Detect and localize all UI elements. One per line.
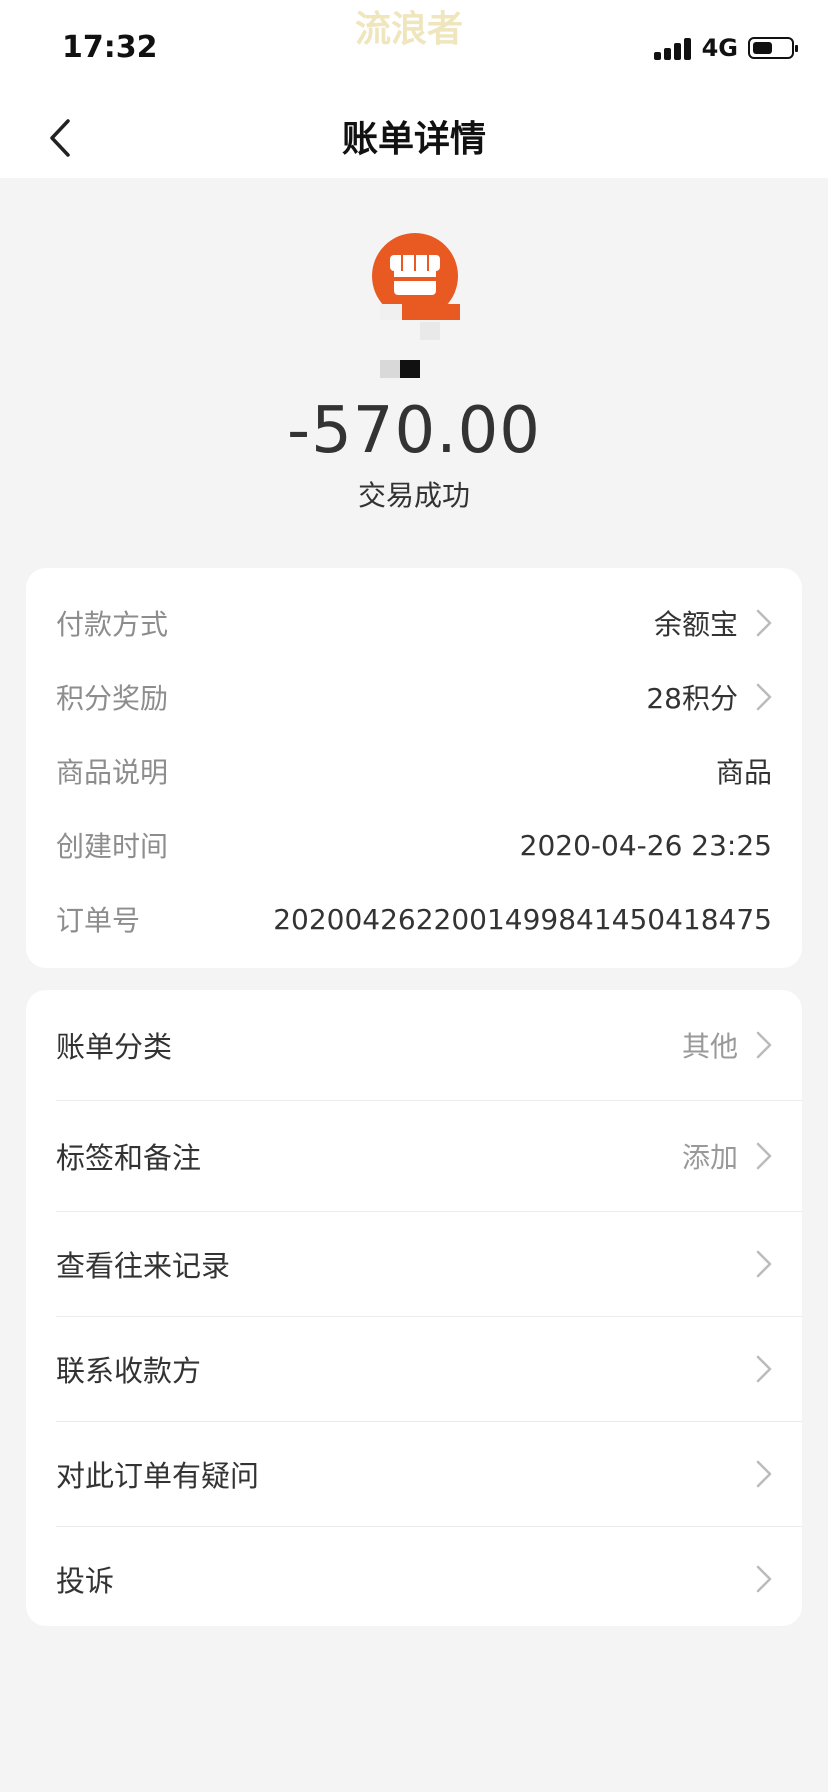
detail-label: 订单号 [56,904,141,937]
status-indicators: 4G [653,34,798,62]
detail-label: 付款方式 [56,608,169,641]
detail-value: 2020-04-26 23:25 [519,828,772,862]
action-value: 添加 [681,1141,738,1174]
chevron-right-icon [756,1142,772,1170]
action-label: 查看往来记录 [56,1249,231,1283]
transaction-amount: -570.00 [286,394,542,468]
action-label: 对此订单有疑问 [56,1459,260,1493]
detail-row-created-time: 创建时间 2020-04-26 23:25 [56,808,772,882]
detail-value: 28积分 [646,682,738,715]
action-value: 其他 [681,1030,738,1063]
chevron-right-icon [756,1565,772,1593]
chevron-right-icon [756,683,772,711]
action-row-bill-category[interactable]: 账单分类 其他 [56,990,802,1101]
page-title: 账单详情 [341,119,486,160]
action-label: 账单分类 [56,1030,173,1064]
chevron-right-icon [756,1250,772,1278]
merchant-name-redacted [380,360,420,378]
detail-value: 2020042622001499841450418475 [273,902,772,936]
details-card: 付款方式 余额宝 积分奖励 28积分 商品说明 商品 创建时间 2020-04-… [26,568,802,968]
detail-label: 积分奖励 [56,682,169,715]
action-label: 标签和备注 [56,1141,202,1175]
transaction-status: 交易成功 [357,479,470,512]
detail-label: 创建时间 [56,830,169,863]
action-row-history[interactable]: 查看往来记录 [56,1212,802,1317]
chevron-right-icon [756,609,772,637]
detail-value: 商品 [715,756,772,789]
detail-row-points[interactable]: 积分奖励 28积分 [56,660,772,734]
action-label: 联系收款方 [56,1354,202,1388]
detail-row-description: 商品说明 商品 [56,734,772,808]
chevron-right-icon [756,1460,772,1488]
action-row-tags-notes[interactable]: 标签和备注 添加 [56,1101,802,1212]
detail-label: 商品说明 [56,756,169,789]
status-time: 17:32 [62,30,158,65]
battery-icon [748,37,798,59]
status-bar: 17:32 流浪者 4G [0,0,828,96]
detail-row-order-number: 订单号 2020042622001499841450418475 [56,882,772,956]
action-row-complaint[interactable]: 投诉 [56,1527,802,1631]
network-label: 4G [701,34,738,62]
action-label: 投诉 [56,1564,115,1598]
blurred-region [380,304,402,320]
detail-value: 余额宝 [653,608,738,641]
chevron-right-icon [756,1355,772,1383]
blurred-region [420,322,440,340]
watermark: 流浪者 [355,9,464,50]
signal-bars-icon [653,36,692,60]
actions-card: 账单分类 其他 标签和备注 添加 查看往来记录 联系收款方 对此订单有疑问 投诉 [26,990,802,1626]
nav-bar: 账单详情 [0,96,828,178]
detail-row-payment-method[interactable]: 付款方式 余额宝 [56,586,772,660]
chevron-right-icon [756,1031,772,1059]
action-row-contact-payee[interactable]: 联系收款方 [56,1317,802,1422]
action-row-order-question[interactable]: 对此订单有疑问 [56,1422,802,1527]
